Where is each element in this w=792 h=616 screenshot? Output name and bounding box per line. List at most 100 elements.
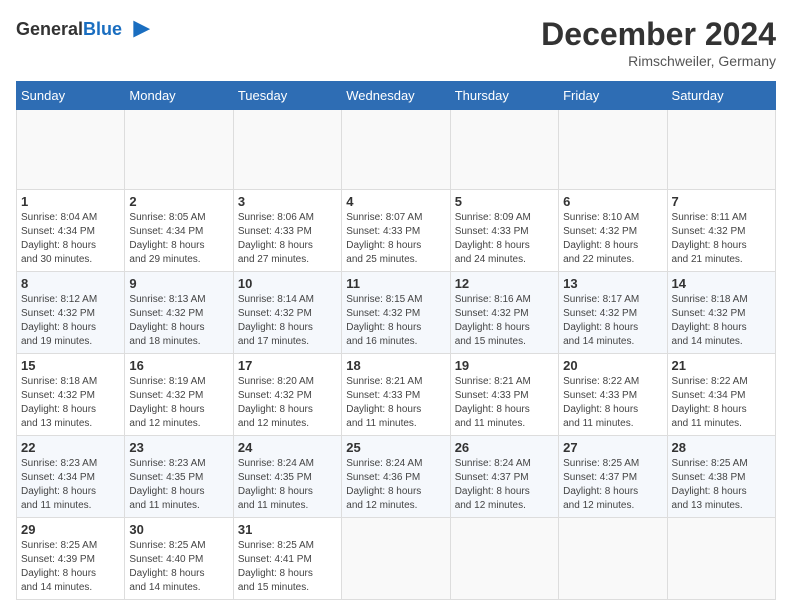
day-number: 30: [129, 522, 228, 537]
day-info: Sunrise: 8:21 AMSunset: 4:33 PMDaylight:…: [455, 375, 554, 431]
day-number: 1: [21, 194, 120, 209]
calendar-cell: [342, 518, 450, 600]
day-info: Sunrise: 8:09 AMSunset: 4:33 PMDaylight:…: [455, 211, 554, 267]
day-number: 26: [455, 440, 554, 455]
day-number: 12: [455, 276, 554, 291]
calendar-table: Sunday Monday Tuesday Wednesday Thursday…: [16, 81, 776, 600]
logo: GeneralBlue: [16, 16, 152, 44]
day-info: Sunrise: 8:11 AMSunset: 4:32 PMDaylight:…: [672, 211, 771, 267]
header-friday: Friday: [559, 82, 667, 110]
calendar-cell: 2Sunrise: 8:05 AMSunset: 4:34 PMDaylight…: [125, 190, 233, 272]
day-number: 8: [21, 276, 120, 291]
calendar-cell: [342, 110, 450, 190]
calendar-cell: 20 Sunrise: 8:22 AMSunset: 4:33 PMDayligh…: [559, 354, 667, 436]
logo-icon: [124, 16, 152, 44]
calendar-cell: 19Sunrise: 8:21 AMSunset: 4:33 PMDayligh…: [450, 354, 558, 436]
day-info: Sunrise: 8:07 AMSunset: 4:33 PMDaylight:…: [346, 211, 445, 267]
calendar-week: 8 Sunrise: 8:12 AMSunset: 4:32 PMDaylight…: [17, 272, 776, 354]
calendar-cell: 6 Sunrise: 8:10 AMSunset: 4:32 PMDaylight…: [559, 190, 667, 272]
location: Rimschweiler, Germany: [541, 53, 776, 69]
calendar-cell: [559, 518, 667, 600]
day-info: Sunrise: 8:25 AMSunset: 4:40 PMDaylight:…: [129, 539, 228, 595]
calendar-cell: 18 Sunrise: 8:21 AMSunset: 4:33 PMDayligh…: [342, 354, 450, 436]
calendar-week: 1 Sunrise: 8:04 AMSunset: 4:34 PMDaylight…: [17, 190, 776, 272]
calendar-cell: 28 Sunrise: 8:25 AMSunset: 4:38 PMDayligh…: [667, 436, 775, 518]
calendar-cell: 8 Sunrise: 8:12 AMSunset: 4:32 PMDaylight…: [17, 272, 125, 354]
day-number: 17: [238, 358, 337, 373]
month-title: December 2024: [541, 16, 776, 53]
calendar-cell: [450, 110, 558, 190]
calendar-cell: 23 Sunrise: 8:23 AMSunset: 4:35 PMDayligh…: [125, 436, 233, 518]
calendar-cell: 15 Sunrise: 8:18 AMSunset: 4:32 PMDayligh…: [17, 354, 125, 436]
day-number: 22: [21, 440, 120, 455]
calendar-cell: 5 Sunrise: 8:09 AMSunset: 4:33 PMDaylight…: [450, 190, 558, 272]
day-number: 14: [672, 276, 771, 291]
day-number: 5: [455, 194, 554, 209]
calendar-cell: 25 Sunrise: 8:24 AMSunset: 4:36 PMDayligh…: [342, 436, 450, 518]
day-info: Sunrise: 8:12 AMSunset: 4:32 PMDaylight:…: [21, 293, 120, 349]
day-info: Sunrise: 8:18 AMSunset: 4:32 PMDaylight:…: [21, 375, 120, 431]
day-info: Sunrise: 8:05 AMSunset: 4:34 PMDaylight:…: [129, 211, 228, 267]
day-number: 7: [672, 194, 771, 209]
day-number: 23: [129, 440, 228, 455]
calendar-cell: 1 Sunrise: 8:04 AMSunset: 4:34 PMDaylight…: [17, 190, 125, 272]
day-info: Sunrise: 8:16 AMSunset: 4:32 PMDaylight:…: [455, 293, 554, 349]
day-number: 13: [563, 276, 662, 291]
calendar-cell: 21 Sunrise: 8:22 AMSunset: 4:34 PMDayligh…: [667, 354, 775, 436]
day-info: Sunrise: 8:10 AMSunset: 4:32 PMDaylight:…: [563, 211, 662, 267]
day-info: Sunrise: 8:25 AMSunset: 4:39 PMDaylight:…: [21, 539, 120, 595]
calendar-cell: 7 Sunrise: 8:11 AMSunset: 4:32 PMDaylight…: [667, 190, 775, 272]
calendar-cell: [559, 110, 667, 190]
calendar-cell: 12 Sunrise: 8:16 AMSunset: 4:32 PMDayligh…: [450, 272, 558, 354]
day-number: 28: [672, 440, 771, 455]
day-number: 29: [21, 522, 120, 537]
header-thursday: Thursday: [450, 82, 558, 110]
calendar-cell: 22Sunrise: 8:23 AMSunset: 4:34 PMDayligh…: [17, 436, 125, 518]
day-info: Sunrise: 8:22 AMSunset: 4:33 PMDaylight:…: [563, 375, 662, 431]
calendar-cell: 4 Sunrise: 8:07 AMSunset: 4:33 PMDaylight…: [342, 190, 450, 272]
day-info: Sunrise: 8:15 AMSunset: 4:32 PMDaylight:…: [346, 293, 445, 349]
day-info: Sunrise: 8:19 AMSunset: 4:32 PMDaylight:…: [129, 375, 228, 431]
day-number: 6: [563, 194, 662, 209]
calendar-cell: [17, 110, 125, 190]
calendar-cell: 9Sunrise: 8:13 AMSunset: 4:32 PMDaylight…: [125, 272, 233, 354]
day-number: 16: [129, 358, 228, 373]
day-number: 25: [346, 440, 445, 455]
calendar-cell: 13 Sunrise: 8:17 AMSunset: 4:32 PMDayligh…: [559, 272, 667, 354]
calendar-week: [17, 110, 776, 190]
calendar-cell: [667, 110, 775, 190]
day-number: 15: [21, 358, 120, 373]
day-number: 10: [238, 276, 337, 291]
day-number: 31: [238, 522, 337, 537]
day-info: Sunrise: 8:24 AMSunset: 4:36 PMDaylight:…: [346, 457, 445, 513]
header-saturday: Saturday: [667, 82, 775, 110]
day-info: Sunrise: 8:17 AMSunset: 4:32 PMDaylight:…: [563, 293, 662, 349]
calendar-cell: 14Sunrise: 8:18 AMSunset: 4:32 PMDayligh…: [667, 272, 775, 354]
header-sunday: Sunday: [17, 82, 125, 110]
calendar-week: 22Sunrise: 8:23 AMSunset: 4:34 PMDayligh…: [17, 436, 776, 518]
day-number: 27: [563, 440, 662, 455]
day-number: 18: [346, 358, 445, 373]
calendar-week: 29 Sunrise: 8:25 AMSunset: 4:39 PMDayligh…: [17, 518, 776, 600]
day-info: Sunrise: 8:25 AMSunset: 4:37 PMDaylight:…: [563, 457, 662, 513]
day-info: Sunrise: 8:23 AMSunset: 4:35 PMDaylight:…: [129, 457, 228, 513]
header: GeneralBlue December 2024 Rimschweiler, …: [16, 16, 776, 69]
day-number: 4: [346, 194, 445, 209]
day-info: Sunrise: 8:21 AMSunset: 4:33 PMDaylight:…: [346, 375, 445, 431]
calendar-cell: 30 Sunrise: 8:25 AMSunset: 4:40 PMDayligh…: [125, 518, 233, 600]
calendar-cell: [450, 518, 558, 600]
calendar-cell: [233, 110, 341, 190]
calendar-cell: 10 Sunrise: 8:14 AMSunset: 4:32 PMDayligh…: [233, 272, 341, 354]
day-number: 21: [672, 358, 771, 373]
day-info: Sunrise: 8:14 AMSunset: 4:32 PMDaylight:…: [238, 293, 337, 349]
day-info: Sunrise: 8:22 AMSunset: 4:34 PMDaylight:…: [672, 375, 771, 431]
title-area: December 2024 Rimschweiler, Germany: [541, 16, 776, 69]
header-tuesday: Tuesday: [233, 82, 341, 110]
calendar-week: 15 Sunrise: 8:18 AMSunset: 4:32 PMDayligh…: [17, 354, 776, 436]
day-info: Sunrise: 8:06 AMSunset: 4:33 PMDaylight:…: [238, 211, 337, 267]
day-info: Sunrise: 8:04 AMSunset: 4:34 PMDaylight:…: [21, 211, 120, 267]
day-number: 11: [346, 276, 445, 291]
day-number: 9: [129, 276, 228, 291]
day-info: Sunrise: 8:25 AMSunset: 4:38 PMDaylight:…: [672, 457, 771, 513]
day-number: 20: [563, 358, 662, 373]
